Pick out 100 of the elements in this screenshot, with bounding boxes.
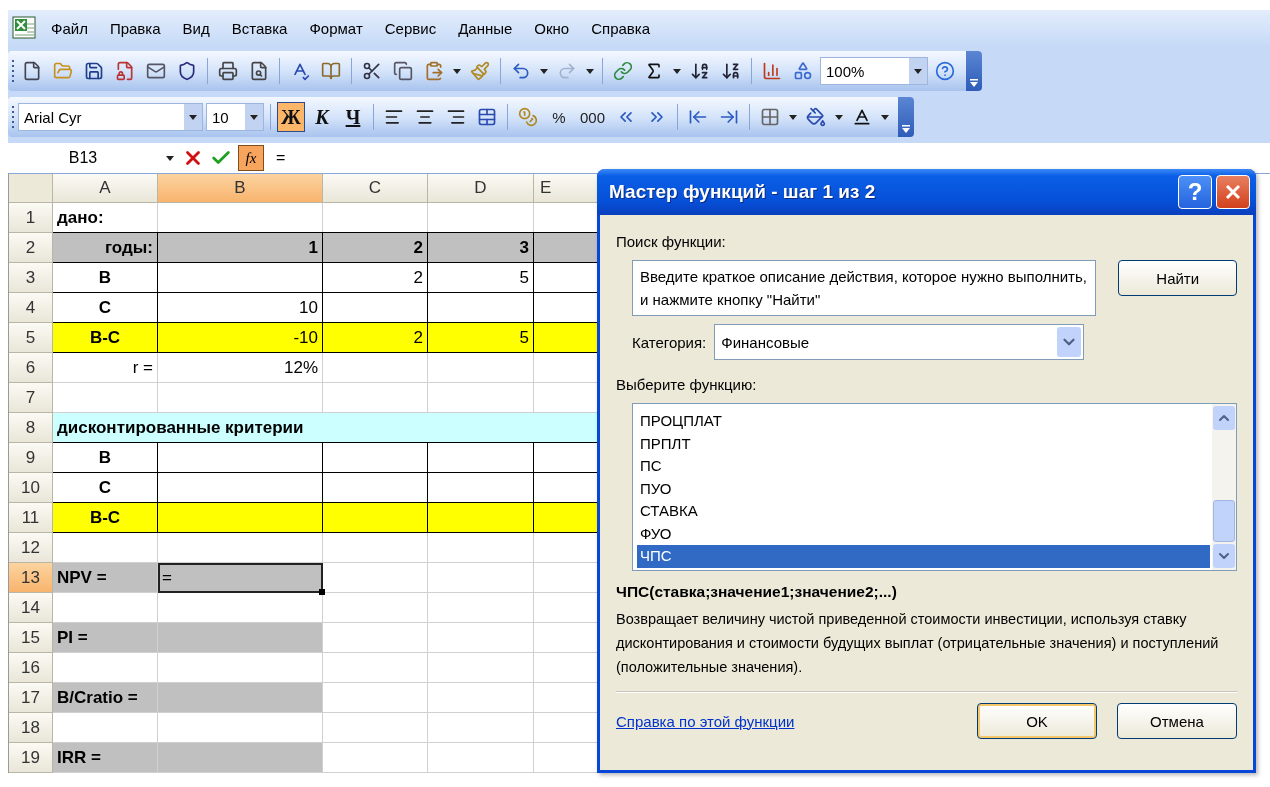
function-item[interactable]: СТАВКА [637, 500, 1210, 523]
table-cell[interactable]: 3 [428, 233, 534, 263]
menu-item[interactable]: Сервис [375, 16, 446, 40]
row-header[interactable]: 16 [9, 653, 53, 683]
table-cell[interactable]: B [53, 443, 158, 473]
formula-field[interactable]: = [276, 149, 286, 167]
menu-item[interactable]: Вставка [222, 16, 297, 40]
help-link[interactable]: Справка по этой функции [616, 712, 957, 730]
number-format-button[interactable]: % [545, 102, 573, 132]
row-header[interactable]: 11 [9, 503, 53, 533]
table-cell[interactable] [323, 503, 428, 533]
row-header[interactable]: 10 [9, 473, 53, 503]
grip-icon[interactable] [12, 59, 15, 83]
fill-handle[interactable] [319, 589, 325, 595]
function-item[interactable]: ПУО [637, 477, 1210, 500]
table-cell[interactable]: годы: [53, 233, 158, 263]
menu-item[interactable]: Справка [582, 16, 660, 40]
row-header[interactable]: 4 [9, 293, 53, 323]
row-header[interactable]: 9 [9, 443, 53, 473]
toolbar-options-icon[interactable] [970, 79, 978, 87]
function-item[interactable]: ПС [637, 455, 1210, 478]
table-cell[interactable] [428, 503, 534, 533]
table-cell[interactable]: B-C [53, 323, 158, 353]
column-header[interactable]: B [158, 174, 323, 203]
table-cell[interactable] [323, 443, 428, 473]
table-cell[interactable] [534, 233, 598, 263]
table-cell[interactable]: B/Cratio = [53, 683, 158, 713]
row-header[interactable]: 7 [9, 383, 53, 413]
toolbar-options-button[interactable] [898, 97, 915, 137]
row-header[interactable]: 8 [9, 413, 53, 443]
column-header[interactable]: D [428, 174, 534, 203]
category-dropdown[interactable]: Финансовые [714, 324, 1085, 360]
find-button[interactable]: Найти [1118, 260, 1237, 296]
font-style-button[interactable]: Ж [277, 102, 305, 132]
scroll-thumb[interactable] [1213, 500, 1235, 542]
font-style-button[interactable]: К [308, 102, 336, 132]
table-cell[interactable] [534, 323, 598, 353]
table-cell[interactable]: дано: [53, 203, 158, 233]
font-style-button[interactable]: Ч [339, 102, 367, 132]
insert-function-button[interactable]: fx [238, 145, 264, 171]
table-cell[interactable]: -10 [158, 323, 323, 353]
row-header[interactable]: 5 [9, 323, 53, 353]
zoom-dropdown[interactable]: 100% [820, 57, 928, 85]
table-cell[interactable]: 2 [323, 263, 428, 293]
row-header[interactable]: 14 [9, 593, 53, 623]
menu-item[interactable]: Правка [100, 16, 170, 40]
table-cell[interactable]: 5 [428, 323, 534, 353]
search-field[interactable]: Введите краткое описание действия, которое нужно выполнить, и нажмите кнопку "Найти" [632, 260, 1097, 316]
table-cell[interactable]: 5 [428, 263, 534, 293]
table-cell[interactable]: B-C [53, 503, 158, 533]
table-cell[interactable]: 1 [158, 233, 323, 263]
column-header[interactable]: E [534, 174, 598, 203]
row-header[interactable]: 15 [9, 623, 53, 653]
table-cell[interactable] [428, 473, 534, 503]
scrollbar[interactable] [1212, 404, 1236, 570]
table-cell[interactable] [323, 473, 428, 503]
close-button[interactable] [1216, 175, 1250, 209]
cancel-button[interactable]: Отмена [1117, 703, 1237, 739]
table-cell[interactable] [534, 503, 598, 533]
function-item[interactable]: ПРПЛТ [637, 432, 1210, 455]
grip-icon[interactable] [12, 105, 15, 129]
active-cell[interactable]: = [158, 563, 323, 593]
table-cell[interactable]: 2 [323, 233, 428, 263]
toolbar-options-icon[interactable] [902, 125, 911, 133]
caret-icon[interactable] [914, 68, 922, 74]
row-header[interactable]: 13 [9, 563, 53, 593]
table-cell[interactable]: NPV = [53, 563, 158, 593]
table-cell[interactable] [158, 263, 323, 293]
table-cell[interactable] [428, 443, 534, 473]
menu-item[interactable]: Формат [300, 16, 372, 40]
ok-button[interactable]: OK [977, 703, 1097, 739]
menu-item[interactable]: Вид [173, 16, 219, 40]
close-icon[interactable] [1224, 183, 1242, 201]
function-item[interactable]: ПРОЦПЛАТ [637, 410, 1210, 433]
table-cell[interactable]: C [53, 293, 158, 323]
function-item[interactable]: ЧПС [637, 545, 1210, 568]
menu-item[interactable]: Файл [42, 16, 97, 40]
table-cell[interactable] [158, 473, 323, 503]
font-dropdown[interactable]: Arial Cyr [18, 103, 203, 131]
row-header[interactable]: 18 [9, 713, 53, 743]
table-cell[interactable]: IRR = [53, 743, 158, 773]
help-button[interactable]: ? [1178, 175, 1212, 209]
table-cell[interactable]: 10 [158, 293, 323, 323]
table-cell[interactable] [158, 503, 323, 533]
column-header[interactable]: C [323, 174, 428, 203]
row-header[interactable]: 1 [9, 203, 53, 233]
table-cell[interactable]: B [53, 263, 158, 293]
table-cell[interactable]: r = [53, 353, 158, 383]
table-cell[interactable] [428, 293, 534, 323]
table-cell[interactable] [323, 293, 428, 323]
number-format-button[interactable]: 000 [576, 102, 610, 132]
font-size-dropdown[interactable]: 10 [206, 103, 264, 131]
table-cell[interactable] [158, 443, 323, 473]
caret-icon[interactable] [189, 114, 197, 120]
toolbar-options-button[interactable] [966, 51, 982, 91]
table-cell[interactable]: C [53, 473, 158, 503]
row-header[interactable]: 17 [9, 683, 53, 713]
function-item[interactable]: ФУО [637, 522, 1210, 545]
table-cell[interactable]: 12% [158, 353, 323, 383]
table-cell[interactable]: дисконтированные критерии [53, 413, 598, 443]
